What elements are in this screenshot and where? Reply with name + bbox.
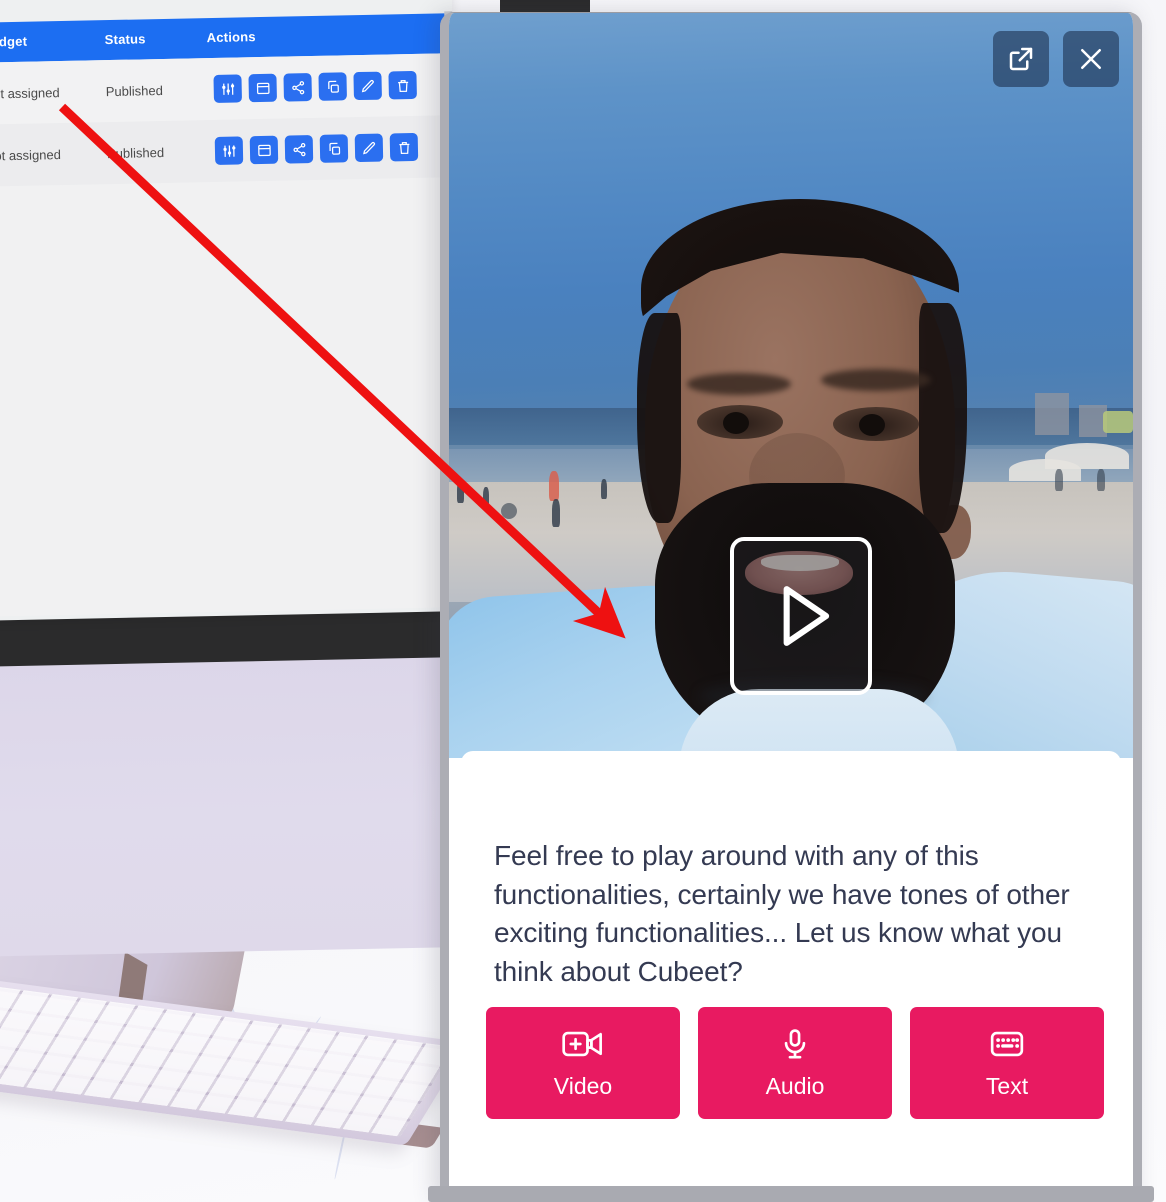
screenshot-root: Widget Status Actions Not assigned Publi… bbox=[0, 0, 1166, 1202]
annotation-arrow bbox=[58, 103, 626, 639]
